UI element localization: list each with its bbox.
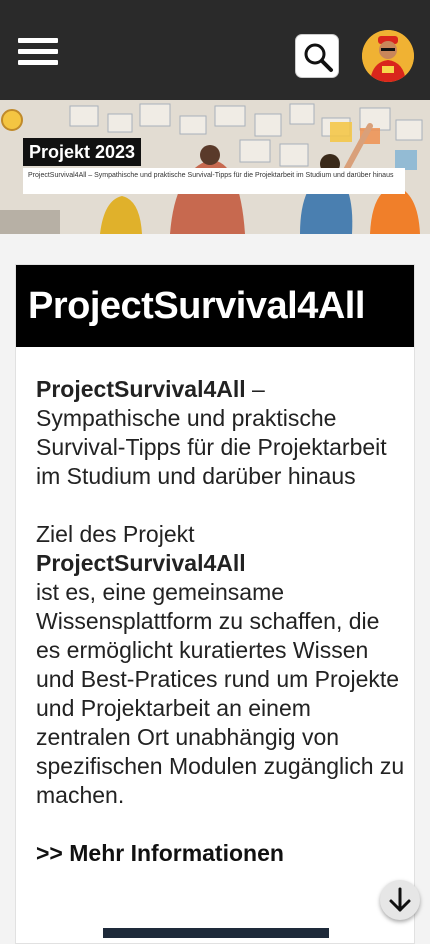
card-body: ProjectSurvival4All – Sympathische und p… bbox=[36, 375, 406, 868]
goal-bold: ProjectSurvival4All bbox=[36, 550, 246, 576]
user-avatar[interactable] bbox=[362, 30, 414, 82]
intro-bold: ProjectSurvival4All bbox=[36, 376, 246, 402]
search-button[interactable] bbox=[295, 34, 339, 78]
goal-post: ist es, eine gemeinsame Wissensplattform… bbox=[36, 579, 405, 808]
top-bar bbox=[0, 0, 430, 100]
hero-subtitle: ProjectSurvival4All – Sympathische und p… bbox=[23, 168, 405, 194]
goal-pre: Ziel des Projekt bbox=[36, 521, 195, 547]
scroll-down-button[interactable] bbox=[380, 880, 420, 920]
card-title: ProjectSurvival4All bbox=[16, 265, 414, 347]
hero-banner bbox=[0, 100, 430, 234]
embedded-image bbox=[103, 928, 329, 938]
hero-illustration bbox=[0, 100, 430, 234]
intro-paragraph: ProjectSurvival4All – Sympathische und p… bbox=[36, 375, 406, 491]
hamburger-menu-icon[interactable] bbox=[18, 38, 58, 68]
content-card: ProjectSurvival4All ProjectSurvival4All … bbox=[15, 264, 415, 944]
search-icon bbox=[304, 43, 333, 72]
hero-badge: Projekt 2023 bbox=[23, 138, 142, 166]
more-info-link[interactable]: >> Mehr Informationen bbox=[36, 839, 406, 868]
arrow-down-icon bbox=[389, 887, 411, 912]
goal-paragraph: Ziel des Projekt ProjectSurvival4All ist… bbox=[36, 520, 406, 810]
